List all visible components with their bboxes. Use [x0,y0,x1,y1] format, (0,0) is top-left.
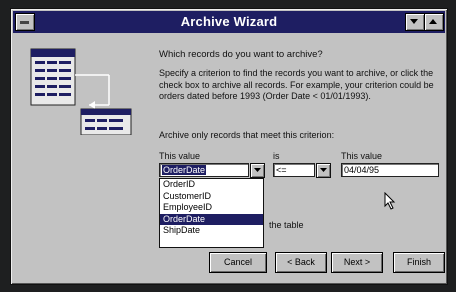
finish-button[interactable]: Finish [393,252,445,273]
criterion-value-input[interactable]: 04/04/95 [341,163,439,177]
list-item[interactable]: CustomerID [160,191,263,203]
dropdown-arrow-icon [320,168,327,172]
value-column-label: This value [341,151,383,161]
field-combo[interactable]: OrderDate [159,163,249,177]
list-item[interactable]: EmployeeID [160,202,263,214]
field-column-label: This value [159,151,201,161]
operator-combo-value: <= [276,165,287,175]
minimize-button[interactable] [405,13,425,31]
operator-column-label: is [273,151,280,161]
maximize-button[interactable] [424,13,444,31]
cancel-button[interactable]: Cancel [209,252,267,273]
maximize-arrow-icon [429,19,437,24]
wizard-question: Which records do you want to archive? [159,49,323,60]
mouse-pointer-icon [384,192,396,210]
field-dropdown-button[interactable] [250,163,265,178]
criterion-value-text: 04/04/95 [344,165,380,175]
next-button[interactable]: Next > [331,252,383,273]
list-item[interactable]: ShipDate [160,225,263,237]
archive-table-illustration-icon [30,48,132,135]
wizard-description: Specify a criterion to find the records … [159,68,434,101]
archive-all-checkbox-label[interactable]: the table [269,220,304,230]
dropdown-arrow-icon [254,168,261,172]
operator-dropdown-button[interactable] [316,163,331,178]
criterion-label: Archive only records that meet this crit… [159,130,335,140]
back-button[interactable]: < Back [275,252,327,273]
operator-combo[interactable]: <= [273,163,315,177]
list-item[interactable]: OrderID [160,179,263,191]
field-combo-value: OrderDate [162,165,207,175]
list-item-selected[interactable]: OrderDate [160,213,263,225]
window-title: Archive Wizard [180,14,278,29]
field-dropdown-list[interactable]: OrderID CustomerID EmployeeID OrderDate … [159,178,264,248]
archive-wizard-window: Archive Wizard Which records do you want… [10,8,448,285]
minimize-arrow-icon [410,19,418,24]
title-bar[interactable]: Archive Wizard [13,11,445,33]
